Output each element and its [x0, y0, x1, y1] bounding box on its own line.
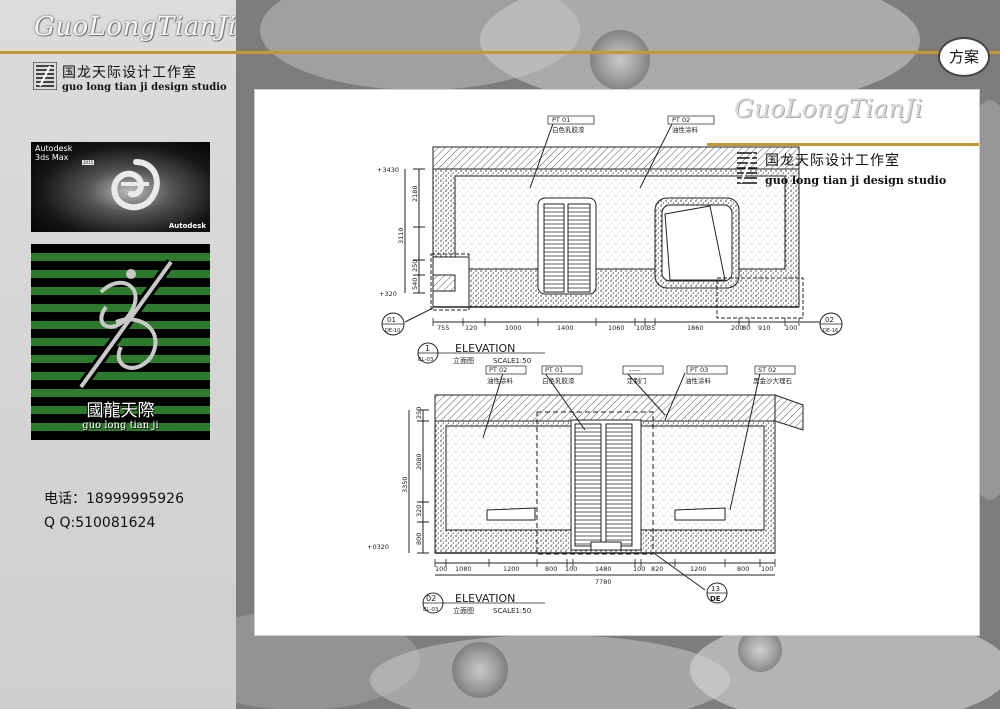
logo-name-en: guo long tian ji [82, 420, 159, 431]
tag-5-text: 定制门 [627, 376, 647, 385]
tag-4-code: PT 01 [545, 366, 563, 374]
vdim-4: 540 [411, 278, 419, 290]
callout-right-num: 02 [825, 316, 834, 324]
callout-13-num: 13 [711, 585, 720, 593]
hdim-5: 1060 [608, 324, 625, 332]
studio-name-cn: 国龙天际设计工作室 [62, 65, 197, 81]
tag-4-text: 白色乳胶漆 [542, 376, 575, 385]
hdim-4: 1400 [557, 324, 574, 332]
hdim-8: 1860 [687, 324, 704, 332]
hdim-12: 100 [785, 324, 797, 332]
vdim2-2: 2080 [415, 453, 423, 470]
vdim2-5: 800 [415, 533, 423, 545]
callout-13-ref: DE [710, 595, 721, 603]
header-divider [0, 51, 1000, 54]
company-logo-image: 國龍天際 guo long tian ji [31, 244, 210, 440]
software-title: Autodesk 3ds Max [35, 144, 73, 162]
elevation-2-title: 02 EL-03 ELEVATION 立面图 SCALE1:50 [422, 592, 545, 615]
hdim2-4: 800 [545, 565, 557, 573]
elevation-drawings: PT 01 白色乳胶漆 PT 02 油性涂料 +3430 +320 2180 3… [367, 115, 843, 615]
level-0320: +0320 [367, 543, 389, 551]
hdim-2: 120 [465, 324, 477, 332]
tag-2-code: PT 02 [672, 116, 690, 124]
tag-1-text: 白色乳胶漆 [552, 125, 585, 134]
callout-right-ref: DE-16 [823, 328, 838, 334]
brand-title: GuoLongTianJi [34, 12, 237, 42]
hdim2-9: 1200 [690, 565, 707, 573]
3dsmax-logo-icon [111, 159, 160, 211]
software-year: 2015 [82, 160, 95, 165]
vdim-1: 2180 [411, 185, 419, 202]
hdim2-10: 800 [737, 565, 749, 573]
sheet-studio-en: guo long tian ji design studio [765, 174, 947, 187]
plan-badge: 方案 [938, 37, 990, 77]
elevation-2-name: 立面图 [453, 606, 474, 615]
hdim2-total: 7780 [595, 578, 612, 586]
vdim2-3: 3350 [401, 476, 409, 493]
hdim2-5: 100 [565, 565, 577, 573]
tag-2-text: 油性涂料 [672, 125, 699, 134]
sheet-divider [707, 143, 979, 146]
elevation-2-scale: SCALE1:50 [493, 607, 531, 615]
elevation-1-sheet: EL-03 [418, 357, 434, 363]
hdim2-3: 1200 [503, 565, 520, 573]
elevation-2 [408, 372, 804, 591]
elevation-1-name: 立面图 [453, 356, 474, 365]
studio-name-en: guo long tian ji design studio [62, 82, 227, 93]
hdim2-11: 100 [761, 565, 773, 573]
vdim2-1: 250 [415, 407, 423, 419]
hdim2-1: 100 [435, 565, 447, 573]
hdim-7: 35 [647, 324, 655, 332]
vdim2-4: 320 [415, 505, 423, 517]
level-top: +3430 [377, 166, 399, 174]
tag-1-code: PT 01 [552, 116, 570, 124]
callout-left-ref: DE-10 [385, 328, 400, 334]
sheet-studio-cn: 国龙天际设计工作室 [765, 153, 900, 169]
drawing-sheet: PT 01 白色乳胶漆 PT 02 油性涂料 +3430 +320 2180 3… [254, 89, 980, 636]
sheet-brand-title: GuoLongTianJi [734, 94, 923, 123]
elevation-1-label: ELEVATION [455, 342, 515, 355]
elevation-1-scale: SCALE1:50 [493, 357, 531, 365]
software-vendor: Autodesk [168, 222, 206, 230]
hdim2-2: 1080 [455, 565, 472, 573]
hdim2-8: 820 [651, 565, 663, 573]
tag-3-code: PT 02 [489, 366, 507, 374]
tag-5-code: ----- [629, 366, 641, 374]
contact-qq: Q Q:510081624 [44, 515, 156, 531]
elevation-2-label: ELEVATION [455, 592, 515, 605]
vdim-2: 3110 [397, 227, 405, 244]
tag-6-code: PT 03 [690, 366, 708, 374]
contact-phone: 电话：18999995926 [44, 491, 184, 507]
callout-13: 13 DE [706, 582, 728, 604]
dragon-logo-icon [76, 259, 176, 390]
hdim2-6: 1480 [595, 565, 612, 573]
callout-left: 01 DE-10 [381, 312, 405, 336]
tag-6-text: 油性涂料 [685, 376, 712, 385]
vdim-3: 250 [411, 260, 419, 272]
hdim-11: 910 [758, 324, 770, 332]
elevation-1-number: 1 [425, 344, 430, 353]
hdim-3: 1000 [505, 324, 522, 332]
hdim2-7: 100 [633, 565, 645, 573]
software-image: Autodesk 3ds Max 2015 Autodesk [31, 142, 210, 232]
tag-7-text: 黑金沙大理石 [753, 376, 793, 385]
elevation-1-title: 1 EL-03 ELEVATION 立面图 SCALE1:50 [417, 342, 545, 365]
logo-name-cn: 國龍天際 [86, 401, 155, 421]
level-bottom: +320 [379, 290, 397, 298]
elevation-2-number: 02 [426, 594, 436, 603]
elevation-2-sheet: EL-03 [423, 607, 439, 613]
hdim-1: 755 [437, 324, 449, 332]
callout-right: 02 DE-16 [819, 312, 843, 336]
studio-logo-icon [33, 62, 57, 90]
callout-left-num: 01 [387, 316, 396, 324]
tag-7-code: ST 02 [758, 366, 776, 374]
tag-3-text: 油性涂料 [487, 376, 514, 385]
hdim-10: 80 [742, 324, 750, 332]
sheet-logo-icon [737, 152, 757, 184]
